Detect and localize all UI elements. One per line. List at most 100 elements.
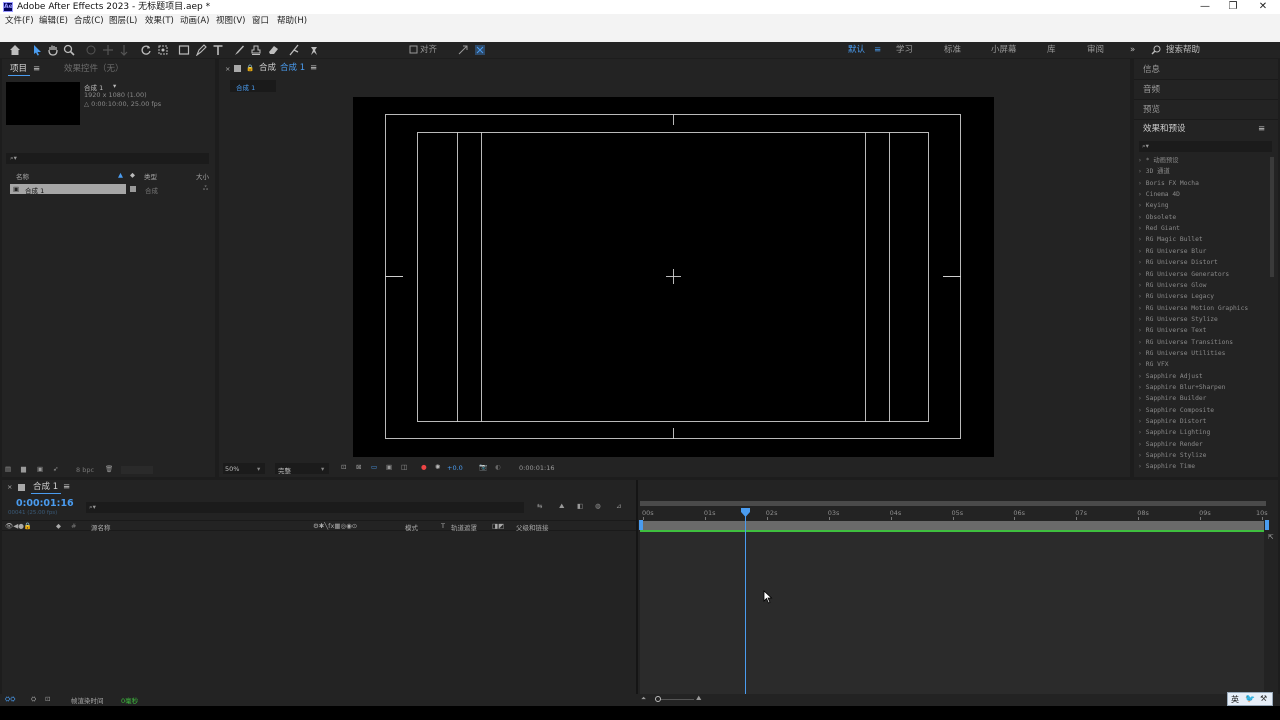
chevron-right-icon[interactable]: › bbox=[1138, 429, 1142, 436]
comp-name-dropdown-icon[interactable]: ▾ bbox=[113, 82, 116, 90]
label-color-swatch[interactable] bbox=[130, 186, 136, 192]
chevron-right-icon[interactable]: › bbox=[1138, 305, 1142, 312]
workspace-standard[interactable]: 标准 bbox=[944, 45, 961, 55]
brush-tool-icon[interactable] bbox=[233, 44, 245, 56]
effects-list-scrollbar[interactable] bbox=[1270, 157, 1274, 277]
chevron-right-icon[interactable]: › bbox=[1138, 225, 1142, 232]
draft-3d-icon[interactable]: ⛰ bbox=[559, 502, 564, 511]
menu-view[interactable]: 视图(V) bbox=[216, 15, 245, 27]
chevron-right-icon[interactable]: › bbox=[1138, 407, 1142, 414]
guides-icon[interactable]: ▣ bbox=[386, 463, 392, 471]
effects-category-item[interactable]: › Sapphire Distort bbox=[1138, 416, 1268, 427]
lock-icon[interactable]: 🔒 bbox=[246, 64, 254, 72]
region-of-interest-icon[interactable]: ⊡ bbox=[341, 463, 346, 471]
chevron-right-icon[interactable]: › bbox=[1138, 168, 1142, 175]
chevron-right-icon[interactable]: › bbox=[1138, 384, 1142, 391]
effects-category-item[interactable]: › RG Universe Stylize bbox=[1138, 314, 1268, 325]
chevron-right-icon[interactable]: › bbox=[1138, 463, 1142, 470]
effects-category-item[interactable]: › Sapphire Stylize bbox=[1138, 450, 1268, 461]
snap-options-icon[interactable] bbox=[474, 44, 486, 56]
playhead-handle-icon[interactable] bbox=[740, 508, 750, 517]
effects-category-item[interactable]: › RG VFX bbox=[1138, 359, 1268, 370]
effects-category-item[interactable]: › Sapphire Render bbox=[1138, 439, 1268, 450]
chevron-right-icon[interactable]: › bbox=[1138, 441, 1142, 448]
mask-visibility-icon[interactable]: ▭ bbox=[371, 463, 377, 471]
type-tool-icon[interactable] bbox=[212, 44, 224, 56]
av-switches-icon[interactable]: 👁◀●🔒 bbox=[5, 522, 32, 530]
timeline-search-input[interactable]: ⌕▾ bbox=[86, 502, 524, 513]
zoom-in-icon[interactable]: ⛰ bbox=[696, 694, 701, 703]
snap-icon[interactable] bbox=[457, 44, 469, 56]
snapshot-icon[interactable]: 📷 bbox=[479, 463, 487, 471]
chevron-right-icon[interactable]: › bbox=[1138, 452, 1142, 459]
effects-category-item[interactable]: › RG Universe Text bbox=[1138, 325, 1268, 336]
workspace-small-screen[interactable]: 小屏幕 bbox=[991, 45, 1017, 55]
frame-blending-icon[interactable]: ◍ bbox=[595, 502, 601, 510]
ime-settings-icon[interactable]: ⚒ bbox=[1260, 694, 1267, 703]
more-workspaces-icon[interactable]: » bbox=[1130, 45, 1135, 55]
effects-category-item[interactable]: › * 动画预设 bbox=[1138, 155, 1268, 166]
workspace-review[interactable]: 审阅 bbox=[1087, 45, 1104, 55]
current-timecode[interactable]: 0:00:01:16 bbox=[16, 498, 74, 509]
effects-category-item[interactable]: › Sapphire Time bbox=[1138, 461, 1268, 472]
project-row-comp1[interactable]: ▣ 合成 1 bbox=[10, 184, 126, 195]
chevron-right-icon[interactable]: › bbox=[1138, 361, 1142, 368]
render-queue-icon[interactable]: ➶ bbox=[53, 465, 58, 473]
close-panel-icon[interactable]: × bbox=[225, 65, 230, 73]
col-preserve-transparency[interactable]: T bbox=[441, 522, 445, 530]
chevron-right-icon[interactable]: › bbox=[1138, 248, 1142, 255]
effects-category-item[interactable]: › Sapphire Composite bbox=[1138, 405, 1268, 416]
chevron-right-icon[interactable]: › bbox=[1138, 271, 1142, 278]
minimize-icon[interactable]: — bbox=[1190, 0, 1220, 14]
effects-category-item[interactable]: › RG Universe Blur bbox=[1138, 246, 1268, 257]
effects-category-item[interactable]: › Boris FX Mocha bbox=[1138, 178, 1268, 189]
work-area-end-handle[interactable] bbox=[1265, 520, 1269, 530]
chevron-right-icon[interactable]: › bbox=[1138, 350, 1142, 357]
anchor-point-tool-icon[interactable] bbox=[157, 44, 169, 56]
thumbnail-size-slider[interactable] bbox=[121, 466, 153, 474]
viewer-timecode[interactable]: 0:00:01:16 bbox=[519, 464, 555, 472]
info-panel-header[interactable]: 信息 bbox=[1143, 65, 1160, 75]
chevron-right-icon[interactable]: › bbox=[1138, 157, 1142, 164]
effects-category-item[interactable]: › RG Universe Transitions bbox=[1138, 337, 1268, 348]
col-name-header[interactable]: 名称 bbox=[16, 171, 29, 181]
menu-edit[interactable]: 编辑(E) bbox=[39, 15, 68, 27]
effects-category-item[interactable]: › Keying bbox=[1138, 200, 1268, 211]
chevron-right-icon[interactable]: › bbox=[1138, 236, 1142, 243]
roto-brush-tool-icon[interactable] bbox=[288, 44, 300, 56]
effects-panel-menu-icon[interactable]: ≡ bbox=[1258, 124, 1265, 134]
home-icon[interactable] bbox=[9, 44, 21, 56]
project-panel-menu-icon[interactable]: ≡ bbox=[33, 64, 40, 74]
comp-viewer-canvas[interactable] bbox=[353, 97, 994, 457]
effects-category-item[interactable]: › RG Universe Motion Graphics bbox=[1138, 303, 1268, 314]
zoom-out-icon[interactable]: ⏶ bbox=[641, 694, 646, 703]
effects-search-input[interactable]: ⌕▾ bbox=[1139, 141, 1272, 152]
chevron-right-icon[interactable]: › bbox=[1138, 293, 1142, 300]
col-source-name[interactable]: 源名称 bbox=[91, 522, 111, 532]
layer-switches-toggle-icons[interactable]: ⛭⛭ bbox=[5, 695, 15, 704]
puppet-tool-icon[interactable] bbox=[308, 44, 320, 56]
effects-presets-panel-header[interactable]: 效果和预设 bbox=[1143, 124, 1186, 134]
rectangle-tool-icon[interactable] bbox=[178, 44, 190, 56]
workspace-learn[interactable]: 学习 bbox=[896, 45, 913, 55]
col-track-matte[interactable]: 轨道遮罩 bbox=[451, 522, 477, 532]
menu-animation[interactable]: 动画(A) bbox=[180, 15, 209, 27]
effects-category-item[interactable]: › RG Universe Legacy bbox=[1138, 291, 1268, 302]
menu-effect[interactable]: 效果(T) bbox=[145, 15, 174, 27]
timeline-track-area[interactable] bbox=[640, 532, 1264, 694]
zoom-dropdown[interactable]: 50% ▾ bbox=[223, 463, 265, 474]
effects-category-item[interactable]: › Sapphire Lighting bbox=[1138, 427, 1268, 438]
col-size-header[interactable]: 大小 bbox=[196, 171, 209, 181]
modes-toggle-icon[interactable]: ⛭ bbox=[31, 695, 36, 704]
help-search-field[interactable]: 搜索帮助 bbox=[1166, 45, 1200, 55]
tab-effect-controls[interactable]: 效果控件（无） bbox=[64, 64, 124, 74]
chevron-right-icon[interactable]: › bbox=[1138, 418, 1142, 425]
comp-panel-menu-icon[interactable]: ≡ bbox=[310, 63, 317, 73]
col-parent-link[interactable]: 父级和链接 bbox=[516, 522, 549, 532]
menu-layer[interactable]: 图层(L) bbox=[109, 15, 137, 27]
effects-category-item[interactable]: › Red Giant bbox=[1138, 223, 1268, 234]
exposure-value[interactable]: +0.0 bbox=[447, 464, 463, 472]
in-out-toggle-icon[interactable]: ⊡ bbox=[45, 695, 50, 703]
chevron-right-icon[interactable]: › bbox=[1138, 202, 1142, 209]
effects-category-item[interactable]: › Sapphire Adjust bbox=[1138, 371, 1268, 382]
